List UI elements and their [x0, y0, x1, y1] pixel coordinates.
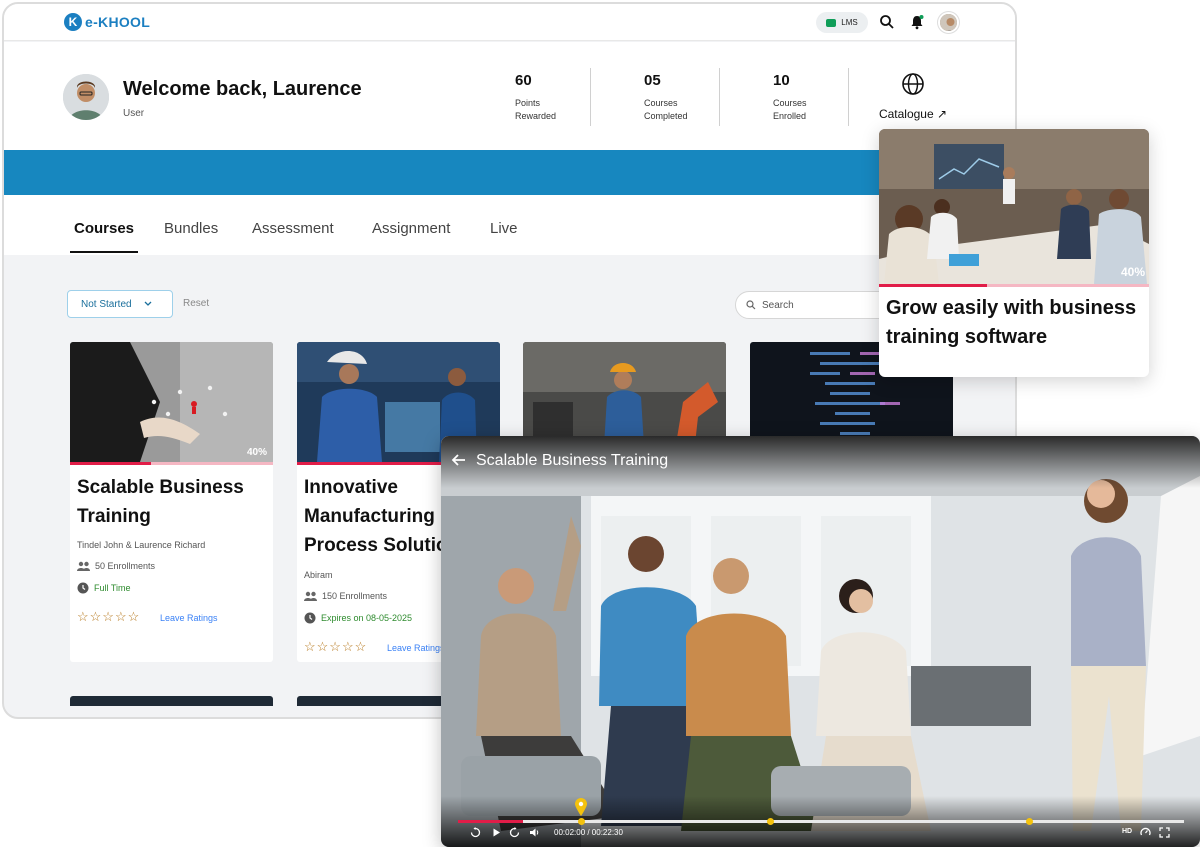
- course-status: Full Time: [77, 582, 131, 594]
- featured-thumbnail: [879, 129, 1149, 284]
- screen: K e-KHOOL LMS Welcome back, Laurence Use…: [0, 0, 1200, 847]
- featured-thumbnail-image: [879, 129, 1149, 284]
- divider: [719, 68, 720, 126]
- enrollment-count: 150 Enrollments: [304, 591, 387, 601]
- marker-pin-icon[interactable]: [575, 798, 587, 816]
- leave-ratings-link[interactable]: Leave Ratings: [387, 643, 445, 653]
- enrollment-label: 50 Enrollments: [95, 561, 156, 571]
- video-title: Scalable Business Training: [476, 452, 669, 469]
- lms-label: LMS: [841, 18, 858, 27]
- divider: [848, 68, 849, 126]
- chapter-marker[interactable]: [578, 818, 585, 825]
- rating-stars[interactable]: ☆☆☆☆☆: [304, 639, 367, 655]
- course-status: Expires on 08-05-2025: [304, 612, 412, 624]
- reset-button[interactable]: Reset: [183, 298, 209, 309]
- stat-completed: 05 Courses Completed: [644, 72, 724, 123]
- progress-bar: [879, 284, 1149, 287]
- tab-assessment[interactable]: Assessment: [252, 220, 334, 237]
- quality-hd-button[interactable]: HD: [1122, 828, 1132, 835]
- forward-icon[interactable]: [509, 827, 520, 838]
- stat-value: 60: [515, 72, 532, 89]
- rating-stars[interactable]: ☆☆☆☆☆: [77, 609, 140, 625]
- chapter-marker[interactable]: [1026, 818, 1033, 825]
- fullscreen-icon[interactable]: [1159, 827, 1170, 838]
- back-arrow-icon[interactable]: [451, 452, 467, 468]
- logo-mark-icon: K: [64, 13, 82, 31]
- tab-live[interactable]: Live: [490, 220, 518, 237]
- playback-speed-icon[interactable]: [1140, 827, 1151, 838]
- clock-icon: [304, 612, 316, 624]
- users-icon: [304, 591, 317, 601]
- course-thumbnail-image: [70, 342, 273, 462]
- course-authors: Tindel John & Laurence Richard: [77, 540, 206, 550]
- progress-bar-fill: [70, 462, 152, 465]
- clock-icon: [77, 582, 89, 594]
- course-authors: Abiram: [304, 570, 333, 580]
- user-role: User: [123, 108, 145, 119]
- seek-bar-played: [458, 820, 524, 823]
- welcome-header: Welcome back, Laurence User 60 Points Re…: [4, 42, 1015, 150]
- user-avatar[interactable]: [938, 12, 959, 33]
- playback-time: 00:02:00 / 00:22:30: [554, 828, 623, 837]
- profile-photo: [63, 74, 109, 120]
- chapter-marker[interactable]: [767, 818, 774, 825]
- status-filter-value: Not Started: [81, 298, 132, 310]
- bell-icon[interactable]: [908, 13, 926, 31]
- welcome-title: Welcome back, Laurence: [123, 78, 362, 100]
- video-frame: [441, 436, 1200, 847]
- stat-label: Courses Completed: [644, 98, 688, 121]
- top-navbar: K e-KHOOL LMS: [4, 4, 1015, 41]
- user-avatar-image: [940, 14, 957, 31]
- progress-percent: 40%: [246, 447, 267, 458]
- active-tab-indicator: [70, 251, 138, 253]
- globe-icon: [902, 73, 924, 95]
- play-icon[interactable]: [491, 827, 502, 838]
- leave-ratings-link[interactable]: Leave Ratings: [160, 613, 218, 623]
- divider: [590, 68, 591, 126]
- users-icon: [77, 561, 90, 571]
- rewind-icon[interactable]: [470, 827, 481, 838]
- lms-switch-button[interactable]: LMS: [816, 12, 868, 33]
- video-player[interactable]: Scalable Business Training 00:02:00 / 00…: [441, 436, 1200, 847]
- course-card[interactable]: 40% Scalable Business Training Tindel Jo…: [70, 342, 273, 662]
- course-thumbnail: [70, 342, 273, 462]
- progress-bar-fill: [879, 284, 987, 287]
- banner-band: [4, 150, 1015, 195]
- course-title: Scalable Business Training: [77, 477, 244, 527]
- profile-avatar: [63, 74, 109, 120]
- status-label: Full Time: [94, 583, 131, 593]
- catalogue-label: Catalogue ↗: [878, 107, 948, 121]
- logo-text: e-KHOOL: [85, 14, 151, 30]
- logo[interactable]: K e-KHOOL: [64, 13, 150, 31]
- graduation-cap-icon: [826, 18, 837, 27]
- chevron-down-icon: [144, 301, 152, 306]
- enrollment-label: 150 Enrollments: [322, 591, 388, 601]
- progress-percent: 40%: [1120, 265, 1145, 279]
- tab-courses[interactable]: Courses: [74, 220, 134, 237]
- stat-value: 10: [773, 72, 790, 89]
- catalogue-link[interactable]: Catalogue ↗: [873, 72, 953, 121]
- search-icon: [746, 300, 756, 310]
- tab-assignment[interactable]: Assignment: [372, 220, 450, 237]
- progress-bar: [70, 462, 273, 465]
- status-filter-dropdown[interactable]: Not Started: [67, 290, 173, 318]
- status-label: Expires on 08-05-2025: [321, 613, 413, 623]
- stat-label: Courses Enrolled: [773, 98, 807, 121]
- featured-course-card[interactable]: 40% Grow easily with business training s…: [879, 129, 1149, 377]
- enrollment-count: 50 Enrollments: [77, 561, 155, 571]
- course-tabs: Courses Bundles Assessment Assignment Li…: [4, 195, 1015, 255]
- volume-icon[interactable]: [529, 827, 540, 838]
- search-placeholder: Search: [762, 299, 794, 311]
- seek-bar[interactable]: [458, 820, 1184, 823]
- stat-label: Points Rewarded: [515, 98, 557, 121]
- stat-enrolled: 10 Courses Enrolled: [773, 72, 853, 123]
- tab-bundles[interactable]: Bundles: [164, 220, 218, 237]
- featured-title: Grow easily with business training softw…: [886, 297, 1137, 348]
- stat-value: 05: [644, 72, 661, 89]
- course-card-stub: [70, 696, 273, 706]
- stat-points: 60 Points Rewarded: [515, 72, 595, 123]
- search-icon[interactable]: [878, 13, 896, 31]
